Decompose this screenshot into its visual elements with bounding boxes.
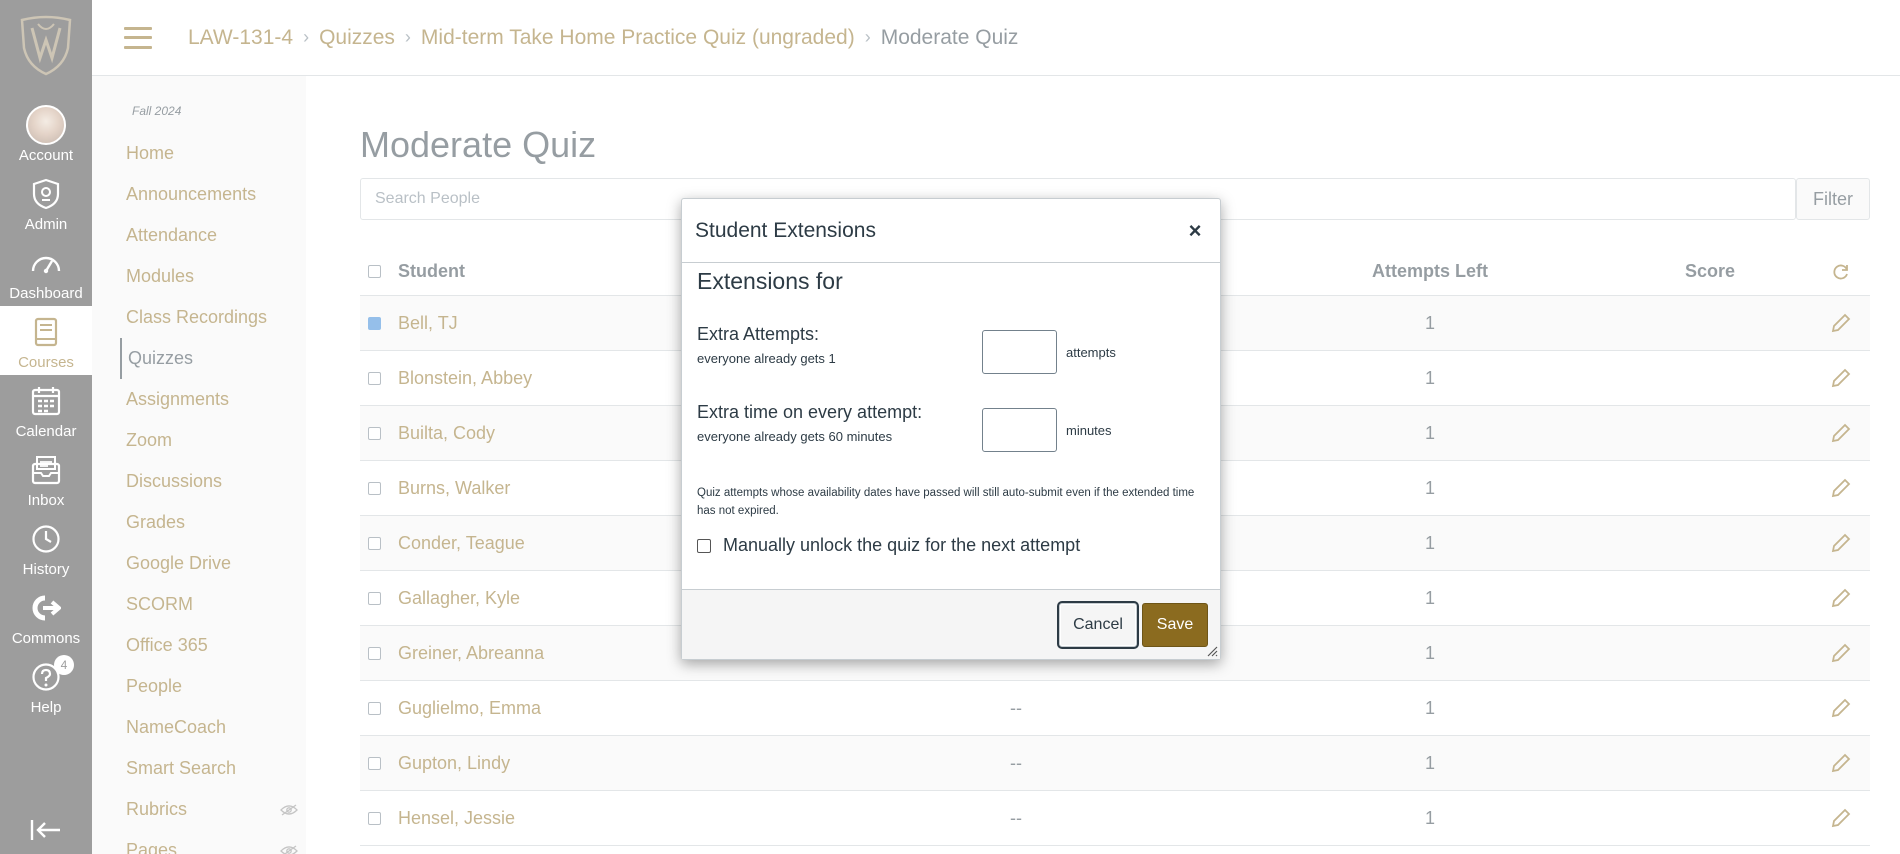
extra-time-label: Extra time on every attempt: [697, 402, 923, 422]
dialog-footer: Cancel Save [682, 589, 1220, 659]
manual-unlock-checkbox[interactable] [697, 538, 711, 553]
extra-time-unit: minutes [1066, 423, 1112, 438]
manual-unlock-label: Manually unlock the quiz for the next at… [723, 535, 1081, 555]
dialog-body: Extensions for Extra Attempts: everyone … [682, 263, 1220, 589]
dialog-title: Student Extensions [695, 218, 876, 242]
cancel-button[interactable]: Cancel [1059, 603, 1137, 647]
dialog-header: Student Extensions × [682, 199, 1220, 263]
manual-unlock-option[interactable]: Manually unlock the quiz for the next at… [697, 535, 1080, 556]
extensions-for-heading: Extensions for [697, 268, 843, 294]
close-icon[interactable]: × [1184, 218, 1206, 243]
extra-attempts-label: Extra Attempts: [697, 324, 820, 344]
auto-submit-note: Quiz attempts whose availability dates h… [697, 487, 1195, 517]
extra-time-input[interactable] [982, 408, 1057, 452]
extra-attempts-input[interactable] [982, 330, 1057, 374]
extra-time-hint: everyone already gets 60 minutes [697, 429, 893, 444]
save-button[interactable]: Save [1142, 603, 1208, 647]
resize-handle-icon[interactable] [1206, 645, 1218, 657]
extra-attempts-hint: everyone already gets 1 [697, 351, 836, 366]
student-extensions-dialog: Student Extensions × Extensions for Extr… [681, 198, 1221, 660]
extra-attempts-unit: attempts [1066, 345, 1116, 360]
